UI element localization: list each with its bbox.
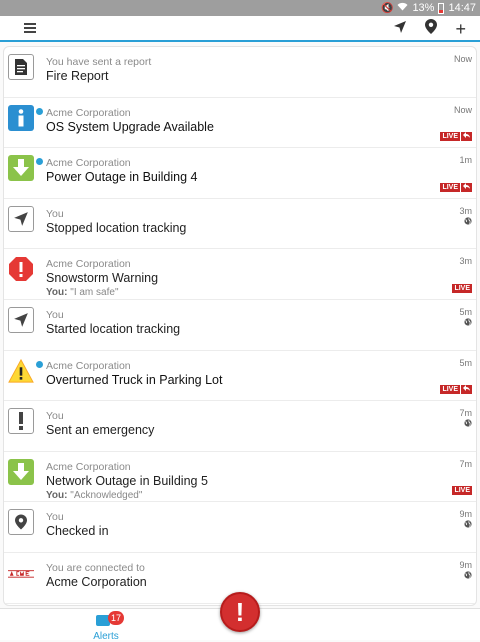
globe-icon: [464, 318, 472, 328]
alert-title: Started location tracking: [46, 321, 181, 336]
alert-time: 3m: [459, 256, 472, 267]
stop-exclamation-icon: [8, 256, 34, 282]
exclamation-icon: [8, 408, 34, 435]
alerts-badge: 17: [108, 611, 124, 625]
alert-time: 9m: [459, 509, 472, 520]
globe-icon: [464, 217, 472, 227]
unread-dot: [36, 360, 43, 368]
alert-title: Snowstorm Warning: [46, 271, 159, 286]
alert-item[interactable]: You Stopped location tracking 3m: [4, 199, 476, 250]
alert-item[interactable]: You Checked in 9m: [4, 502, 476, 553]
alert-sender: Acme Corporation: [46, 106, 131, 119]
alert-time: 5m: [459, 357, 472, 368]
alert-sender: Acme Corporation: [46, 460, 131, 473]
alert-sender: You: [46, 207, 64, 220]
live-badge: LIVE: [440, 132, 472, 142]
alert-sender: Acme Corporation: [46, 157, 131, 170]
down-arrow-icon: [8, 155, 34, 182]
navigation-icon[interactable]: [393, 20, 407, 39]
live-label: LIVE: [454, 487, 470, 495]
reply-arrow-icon: [460, 132, 470, 142]
wifi-icon: [397, 2, 408, 14]
alert-item[interactable]: Acme Corporation Overturned Truck in Park…: [4, 351, 476, 402]
live-badge: LIVE: [452, 283, 472, 293]
alert-reply: You: "Acknowledged": [46, 490, 142, 501]
reply-arrow-icon: [460, 182, 470, 192]
live-badge: LIVE: [452, 486, 472, 496]
location-pin-icon[interactable]: [425, 19, 438, 39]
globe-icon: [464, 520, 472, 530]
live-label: LIVE: [454, 284, 470, 292]
alert-item[interactable]: You Started location tracking 5m: [4, 300, 476, 351]
alert-item[interactable]: Acme Corporation OS System Upgrade Availa…: [4, 98, 476, 149]
alert-title: Stopped location tracking: [46, 220, 187, 235]
alert-reply: You: "I am safe": [46, 287, 119, 298]
alerts-list: You have sent a report Fire Report Now Acme…: [3, 46, 477, 606]
reply-arrow-icon: [460, 385, 470, 395]
alerts-tab-label: Alerts: [93, 631, 119, 642]
alert-sender: Acme Corporation: [46, 359, 131, 372]
live-label: LIVE: [442, 133, 458, 141]
alert-sender: Acme Corporation: [46, 258, 131, 271]
alert-time: 7m: [459, 458, 472, 469]
alert-title: Sent an emergency: [46, 423, 155, 438]
alert-time: 7m: [459, 408, 472, 419]
live-label: LIVE: [442, 183, 458, 191]
alert-item[interactable]: You Sent an emergency 7m: [4, 401, 476, 452]
alert-time: 1m: [459, 155, 472, 166]
alert-title: Overturned Truck in Parking Lot: [46, 372, 223, 387]
add-icon[interactable]: +: [455, 20, 466, 38]
warning-triangle-icon: [8, 358, 34, 384]
alert-time: Now: [453, 104, 472, 115]
app-bar: +: [0, 16, 480, 42]
alert-title: OS System Upgrade Available: [46, 119, 214, 134]
alert-time: 5m: [459, 306, 472, 317]
reply-text: "Acknowledged": [67, 489, 143, 501]
acme-logo-icon: [8, 560, 34, 586]
unread-dot: [36, 158, 43, 166]
alert-sender: You: [46, 410, 64, 423]
mute-icon: 🔇: [380, 2, 394, 14]
alert-sender: You have sent a report: [46, 56, 152, 68]
alert-title: Fire Report: [46, 69, 109, 83]
alert-item[interactable]: Acme Corporation Snowstorm Warning You: "I…: [4, 249, 476, 300]
reply-label: You:: [46, 489, 68, 501]
alert-item[interactable]: Acme Corporation Network Outage in Buildi…: [4, 452, 476, 503]
info-icon: [8, 104, 34, 131]
unread-dot: [36, 107, 43, 115]
exclamation-icon: !: [235, 596, 245, 627]
alert-item[interactable]: You have sent a report Fire Report Now: [4, 47, 476, 98]
live-label: LIVE: [442, 386, 458, 394]
alert-sender: You: [46, 511, 64, 524]
globe-icon: [464, 571, 472, 581]
navigation-icon: [8, 306, 34, 333]
alert-sender: You are connected to: [46, 561, 145, 574]
emergency-button[interactable]: !: [220, 592, 260, 632]
alert-title: Checked in: [46, 524, 109, 539]
down-arrow-icon: [8, 458, 34, 485]
alert-item[interactable]: Acme Corporation Power Outage in Building…: [4, 148, 476, 199]
globe-icon: [464, 419, 472, 429]
reply-text: "I am safe": [67, 287, 119, 299]
alert-time: 9m: [459, 559, 472, 570]
reply-label: You:: [46, 287, 68, 299]
battery-percent: 13%: [412, 2, 435, 14]
status-bar: 🔇 13% 14:47: [0, 0, 480, 16]
battery-icon: [438, 2, 445, 14]
alert-time: 3m: [459, 205, 472, 216]
menu-icon[interactable]: [24, 23, 36, 33]
live-badge: LIVE: [440, 182, 472, 192]
alerts-tab[interactable]: 17 Alerts: [86, 611, 126, 642]
alert-sender: You: [46, 308, 64, 321]
alert-title: Acme Corporation: [46, 574, 147, 589]
navigation-icon: [8, 205, 34, 232]
alert-title: Network Outage in Building 5: [46, 473, 208, 488]
alert-title: Power Outage in Building 4: [46, 170, 198, 185]
alert-time: Now: [453, 54, 472, 64]
document-icon: [8, 54, 34, 80]
clock: 14:47: [448, 2, 476, 14]
location-pin-icon: [8, 509, 34, 536]
live-badge: LIVE: [440, 385, 472, 395]
